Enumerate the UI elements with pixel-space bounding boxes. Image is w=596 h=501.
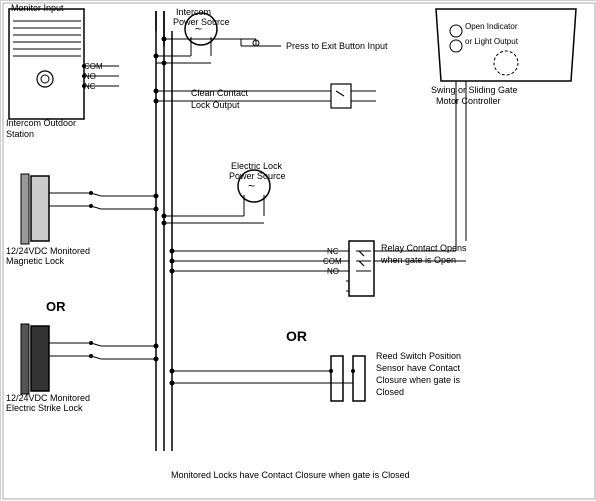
svg-text:Reed Switch Position: Reed Switch Position [376,351,461,361]
svg-text:when gate is Open: when gate is Open [380,255,456,265]
svg-text:12/24VDC Monitored: 12/24VDC Monitored [6,393,90,403]
svg-text:Open Indicator: Open Indicator [465,22,518,31]
svg-text:Monitor Input: Monitor Input [11,3,64,13]
svg-text:Closure when gate is: Closure when gate is [376,375,461,385]
svg-text:Closed: Closed [376,387,404,397]
svg-text:OR: OR [46,299,66,314]
wiring-diagram: Monitor Input COM NO NC Intercom Outdoor… [0,0,596,500]
svg-text:Station: Station [6,129,34,139]
svg-text:Intercom Outdoor: Intercom Outdoor [6,118,76,128]
svg-text:Intercom: Intercom [176,7,211,17]
svg-text:Press to Exit Button Input: Press to Exit Button Input [286,41,388,51]
svg-text:or Light Output: or Light Output [465,37,519,46]
svg-text:Electric Strike Lock: Electric Strike Lock [6,403,83,413]
svg-text:Power Source: Power Source [173,17,230,27]
svg-text:Monitored Locks have Contact C: Monitored Locks have Contact Closure whe… [171,470,410,480]
svg-text:Power Source: Power Source [229,171,286,181]
svg-text:Motor Controller: Motor Controller [436,96,501,106]
svg-text:Clean Contact: Clean Contact [191,88,249,98]
svg-text:Electric Lock: Electric Lock [231,161,283,171]
svg-text:12/24VDC Monitored: 12/24VDC Monitored [6,246,90,256]
svg-text:~: ~ [248,179,255,193]
svg-text:Magnetic Lock: Magnetic Lock [6,256,65,266]
svg-text:Sensor have Contact: Sensor have Contact [376,363,461,373]
svg-text:OR: OR [286,328,307,344]
svg-text:Swing or Sliding Gate: Swing or Sliding Gate [431,85,518,95]
